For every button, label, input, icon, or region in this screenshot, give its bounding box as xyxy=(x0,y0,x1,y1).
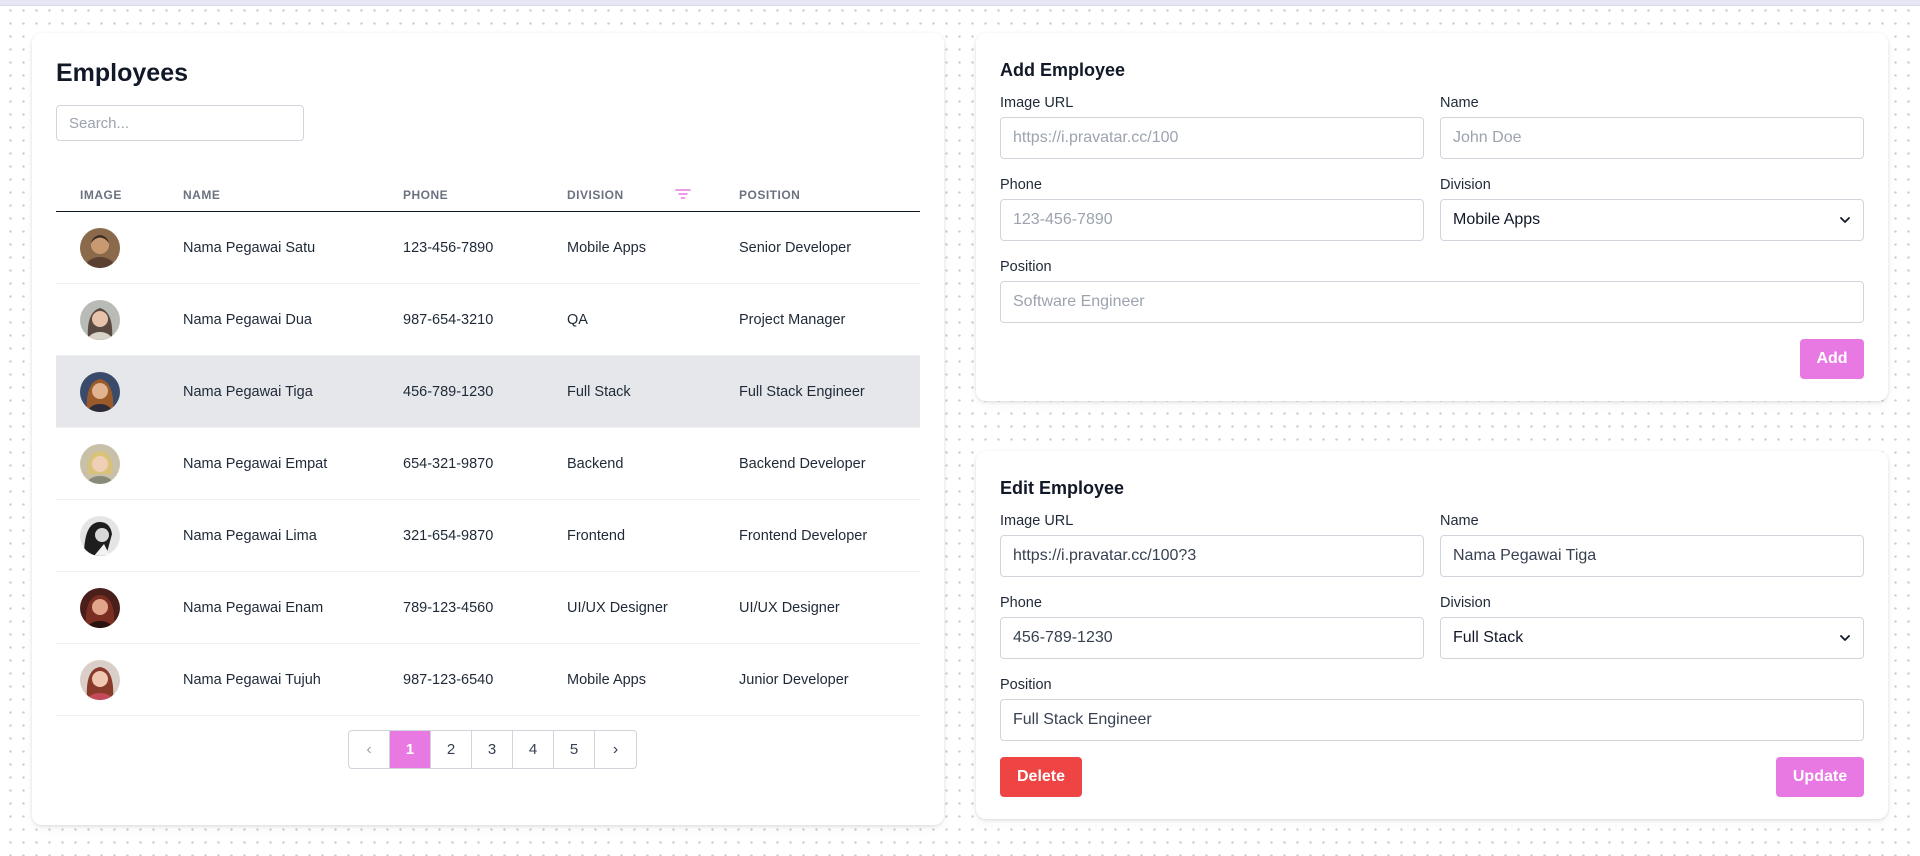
employee-position: Backend Developer xyxy=(739,456,866,472)
table-row[interactable]: Nama Pegawai Empat 654-321-9870 Backend … xyxy=(56,428,920,500)
position-label: Position xyxy=(1000,259,1052,275)
avatar xyxy=(80,588,120,628)
employee-name: Nama Pegawai Tiga xyxy=(183,384,313,400)
chevron-down-icon xyxy=(1840,217,1850,223)
employee-position: Full Stack Engineer xyxy=(739,384,865,400)
employee-name: Nama Pegawai Tujuh xyxy=(183,672,321,688)
page-1-button[interactable]: 1 xyxy=(390,731,431,768)
employee-list-card: Employees IMAGE NAME PHONE DIVISION POSI… xyxy=(32,33,944,825)
position-input[interactable] xyxy=(1000,699,1864,741)
column-header-position: POSITION xyxy=(739,188,801,202)
employee-phone: 654-321-9870 xyxy=(403,456,494,472)
employee-position: Junior Developer xyxy=(739,672,849,688)
table-row[interactable]: Nama Pegawai Dua 987-654-3210 QA Project… xyxy=(56,284,920,356)
employee-position: UI/UX Designer xyxy=(739,600,840,616)
position-input[interactable] xyxy=(1000,281,1864,323)
division-label: Division xyxy=(1440,177,1491,193)
table-row[interactable]: Nama Pegawai Satu 123-456-7890 Mobile Ap… xyxy=(56,212,920,284)
delete-button[interactable]: Delete xyxy=(1000,757,1082,797)
avatar xyxy=(80,444,120,484)
avatar xyxy=(80,300,120,340)
image-url-label: Image URL xyxy=(1000,513,1074,529)
page-4-button[interactable]: 4 xyxy=(513,731,554,768)
page-3-button[interactable]: 3 xyxy=(472,731,513,768)
chevron-down-icon xyxy=(1840,635,1850,641)
phone-input[interactable] xyxy=(1000,199,1424,241)
employee-phone: 456-789-1230 xyxy=(403,384,494,400)
edit-employee-card: Edit Employee Image URL Name Phone Divis… xyxy=(976,451,1888,819)
employee-division: Mobile Apps xyxy=(567,240,646,256)
chevron-right-icon[interactable]: › xyxy=(595,731,636,768)
filter-icon[interactable] xyxy=(675,186,691,202)
column-header-name: NAME xyxy=(183,188,221,202)
table-row[interactable]: Nama Pegawai Tujuh 987-123-6540 Mobile A… xyxy=(56,644,920,716)
avatar xyxy=(80,228,120,268)
name-label: Name xyxy=(1440,513,1479,529)
employee-phone: 987-654-3210 xyxy=(403,312,494,328)
table-row[interactable]: Nama Pegawai Enam 789-123-4560 UI/UX Des… xyxy=(56,572,920,644)
employee-name: Nama Pegawai Lima xyxy=(183,528,317,544)
employee-division: Frontend xyxy=(567,528,626,544)
employee-division: QA xyxy=(567,312,588,328)
column-header-phone: PHONE xyxy=(403,188,449,202)
phone-label: Phone xyxy=(1000,177,1042,193)
employee-phone: 321-654-9870 xyxy=(403,528,494,544)
pagination: ‹ 1 2 3 4 5 › xyxy=(348,730,637,769)
add-button[interactable]: Add xyxy=(1800,339,1864,379)
image-url-input[interactable] xyxy=(1000,117,1424,159)
image-url-label: Image URL xyxy=(1000,95,1074,111)
employee-position: Senior Developer xyxy=(739,240,852,256)
search-input[interactable] xyxy=(56,105,304,141)
division-select[interactable]: Mobile Apps xyxy=(1440,199,1864,241)
position-label: Position xyxy=(1000,677,1052,693)
division-select[interactable]: Full Stack xyxy=(1440,617,1864,659)
name-input[interactable] xyxy=(1440,535,1864,577)
update-button[interactable]: Update xyxy=(1776,757,1864,797)
employee-position: Project Manager xyxy=(739,312,846,328)
employee-phone: 789-123-4560 xyxy=(403,600,494,616)
table-row[interactable]: Nama Pegawai Lima 321-654-9870 Frontend … xyxy=(56,500,920,572)
name-input[interactable] xyxy=(1440,117,1864,159)
phone-input[interactable] xyxy=(1000,617,1424,659)
add-form-title: Add Employee xyxy=(1000,60,1126,80)
employee-division: Backend xyxy=(567,456,624,472)
top-border xyxy=(0,0,1920,6)
employee-position: Frontend Developer xyxy=(739,528,868,544)
employee-name: Nama Pegawai Empat xyxy=(183,456,328,472)
page-2-button[interactable]: 2 xyxy=(431,731,472,768)
avatar xyxy=(80,516,120,556)
avatar xyxy=(80,660,120,700)
name-label: Name xyxy=(1440,95,1479,111)
phone-label: Phone xyxy=(1000,595,1042,611)
column-header-image: IMAGE xyxy=(80,188,122,202)
employee-name: Nama Pegawai Dua xyxy=(183,312,312,328)
table-header: IMAGE NAME PHONE DIVISION POSITION xyxy=(56,179,920,212)
edit-form-title: Edit Employee xyxy=(1000,478,1125,498)
employee-name: Nama Pegawai Satu xyxy=(183,240,316,256)
add-employee-card: Add Employee Image URL Name Phone Divisi… xyxy=(976,33,1888,401)
division-label: Division xyxy=(1440,595,1491,611)
employee-division: UI/UX Designer xyxy=(567,600,668,616)
employee-division: Full Stack xyxy=(567,384,631,400)
chevron-left-icon[interactable]: ‹ xyxy=(349,731,390,768)
employee-phone: 123-456-7890 xyxy=(403,240,494,256)
division-select-value: Full Stack xyxy=(1453,629,1524,646)
employee-name: Nama Pegawai Enam xyxy=(183,600,324,616)
avatar xyxy=(80,372,120,412)
employee-phone: 987-123-6540 xyxy=(403,672,494,688)
page-title: Employees xyxy=(56,59,189,87)
division-select-value: Mobile Apps xyxy=(1453,211,1541,228)
page-5-button[interactable]: 5 xyxy=(554,731,595,768)
image-url-input[interactable] xyxy=(1000,535,1424,577)
employee-division: Mobile Apps xyxy=(567,672,646,688)
column-header-division: DIVISION xyxy=(567,188,624,202)
table-row[interactable]: Nama Pegawai Tiga 456-789-1230 Full Stac… xyxy=(56,356,920,428)
